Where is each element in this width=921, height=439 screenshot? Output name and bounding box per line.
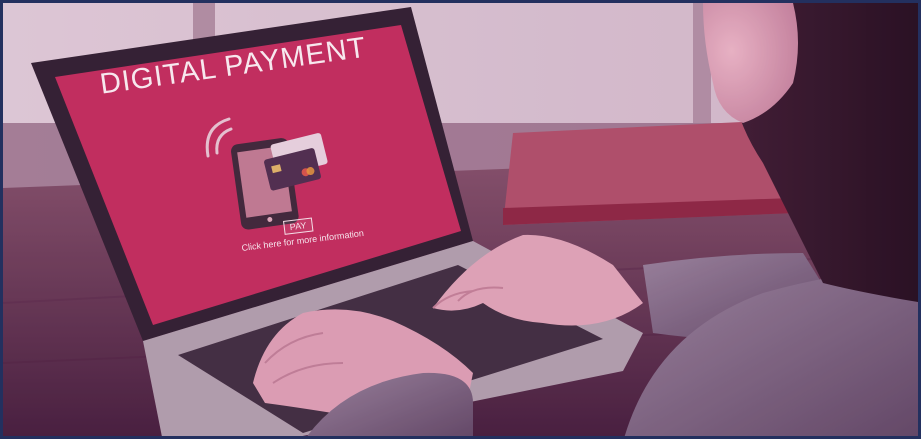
photo-frame: DIGITAL PAYMENT PAY Click here for more … — [0, 0, 921, 439]
laptop-screen-content: DIGITAL PAYMENT PAY Click here for more … — [3, 3, 918, 436]
pay-button: PAY — [283, 217, 314, 235]
screen-headline: DIGITAL PAYMENT — [98, 31, 369, 101]
